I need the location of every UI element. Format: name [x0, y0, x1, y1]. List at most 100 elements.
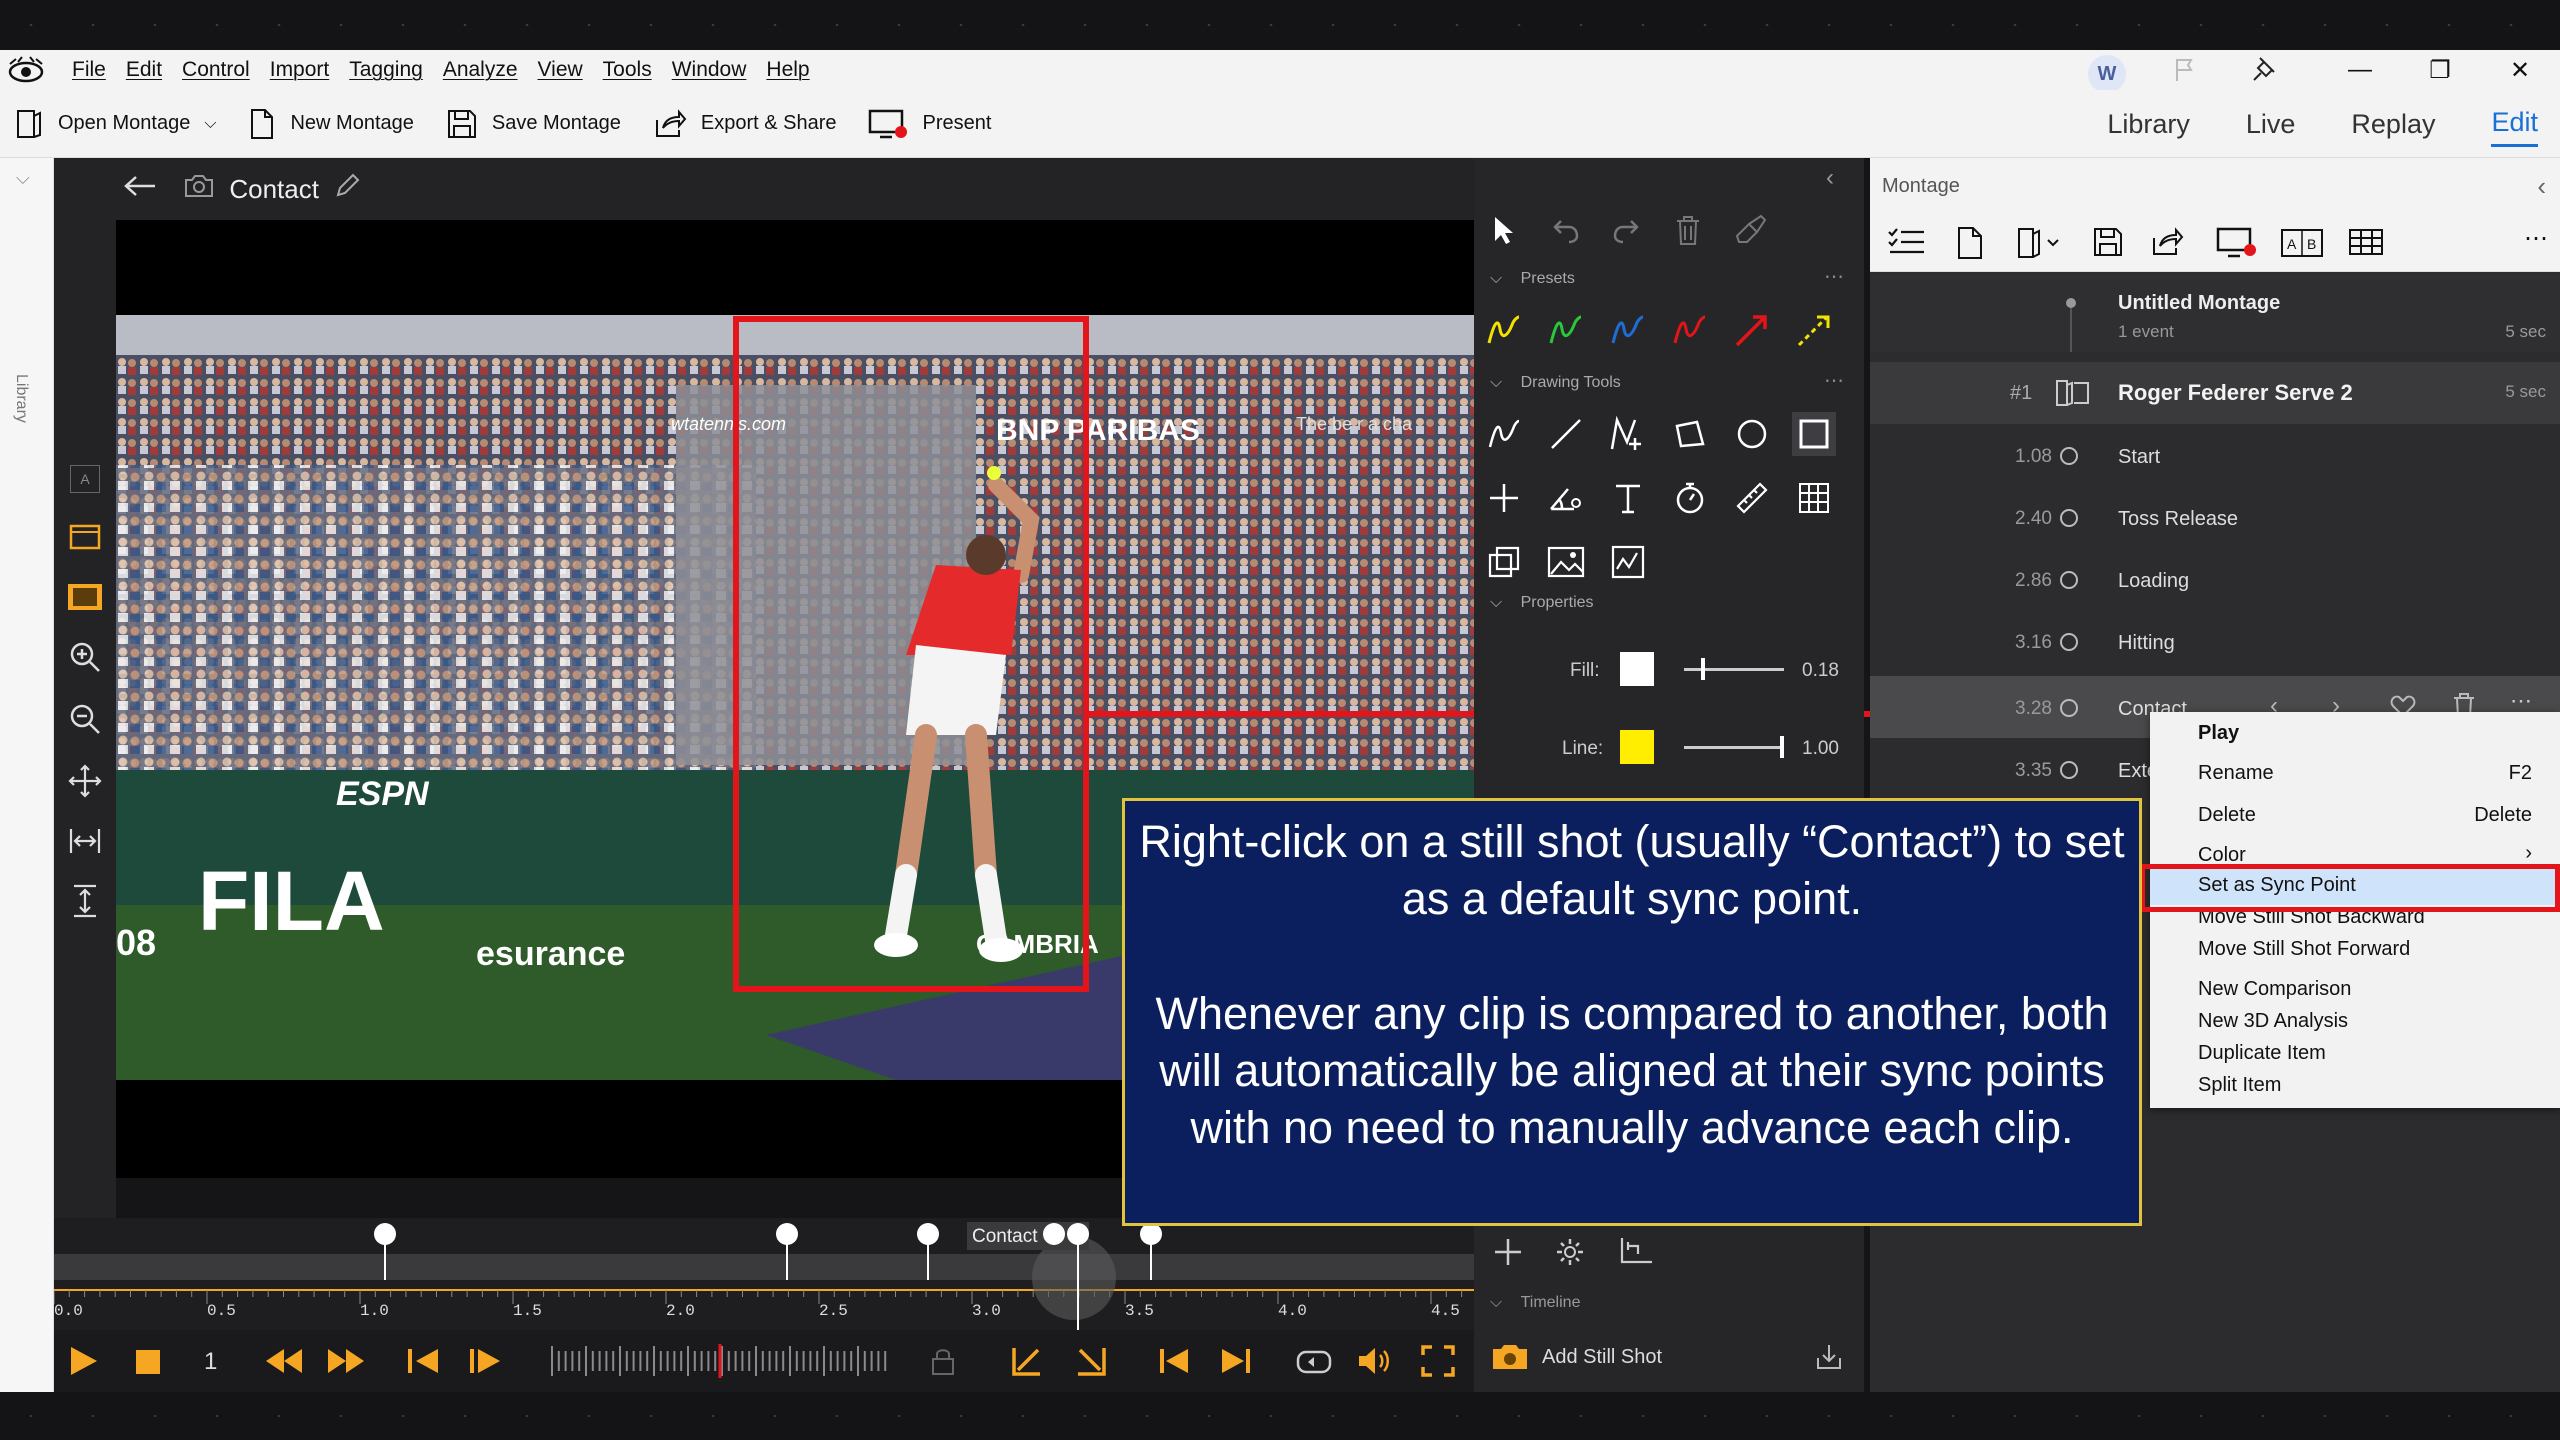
zoom-in-icon[interactable] [66, 638, 104, 676]
ruler-tool-icon[interactable] [1730, 476, 1774, 520]
line-color-swatch[interactable] [1620, 730, 1654, 764]
montage-title-row[interactable]: Untitled Montage 1 event 5 sec [1870, 274, 2560, 352]
menu-file[interactable]: File [72, 58, 106, 82]
menu-tagging[interactable]: Tagging [349, 58, 423, 82]
still-shot-row-loading[interactable]: 2.86 Loading [1870, 548, 2560, 610]
still-shot-row-toss-release[interactable]: 2.40 Toss Release [1870, 486, 2560, 548]
open-montage-button[interactable]: Open Montage ⌵ [14, 108, 216, 140]
tab-library[interactable]: Library [2107, 103, 2190, 146]
filmstrip-view-icon[interactable] [66, 578, 104, 616]
menu-new-3d-analysis[interactable]: New 3D Analysis [2198, 1010, 2348, 1033]
export-share-button[interactable]: Export & Share [653, 108, 836, 140]
step-forward-icon[interactable] [468, 1346, 504, 1381]
angle-tool-icon[interactable] [1544, 476, 1588, 520]
lock-icon[interactable] [930, 1346, 956, 1381]
menu-rename[interactable]: Rename [2198, 762, 2274, 785]
single-view-icon[interactable] [66, 518, 104, 556]
fast-forward-icon[interactable] [326, 1346, 366, 1381]
back-arrow-icon[interactable] [123, 174, 157, 205]
freehand-tool-icon[interactable] [1482, 412, 1526, 456]
ab-compare-icon[interactable]: AB [2280, 228, 2324, 263]
menu-delete[interactable]: Delete [2198, 804, 2256, 827]
tab-edit[interactable]: Edit [2491, 101, 2538, 147]
list-view-icon[interactable] [1886, 226, 1926, 265]
tab-replay[interactable]: Replay [2351, 103, 2435, 146]
flag-icon[interactable] [2170, 56, 2198, 89]
new-document-icon[interactable] [1956, 226, 1984, 265]
add-marker-icon[interactable] [1492, 1236, 1524, 1273]
jump-end-icon[interactable] [1220, 1346, 1252, 1381]
lane-a-badge[interactable]: A [66, 460, 104, 498]
menu-help[interactable]: Help [766, 58, 809, 82]
stop-icon[interactable] [134, 1348, 162, 1381]
timeline-layout-icon[interactable] [1618, 1236, 1654, 1271]
eraser-icon[interactable] [1728, 208, 1772, 252]
collapse-panel-icon[interactable]: ‹ [1826, 164, 1834, 192]
grid-tool-icon[interactable] [1792, 476, 1836, 520]
overlay-tool-icon[interactable] [1482, 540, 1526, 584]
drawing-tools-more-icon[interactable]: ⋯ [1824, 368, 1844, 393]
library-collapsed-strip[interactable]: ⌵ Library [0, 158, 54, 1392]
user-avatar[interactable]: W [2088, 55, 2126, 93]
preset-yellow-dashed-arrow-icon[interactable] [1792, 308, 1836, 352]
line-tool-icon[interactable] [1544, 412, 1588, 456]
share-icon[interactable] [2150, 226, 2184, 263]
fill-slider[interactable] [1684, 658, 1784, 680]
step-back-icon[interactable] [406, 1346, 442, 1381]
preset-yellow-freehand-icon[interactable] [1482, 308, 1526, 352]
present-icon[interactable] [2216, 226, 2258, 265]
presets-section[interactable]: ⌵ Presets [1490, 270, 1575, 288]
collapse-panel-icon[interactable]: ‹ [2537, 171, 2546, 202]
presets-more-icon[interactable]: ⋯ [1824, 264, 1844, 289]
more-options-icon[interactable]: ⋯ [2524, 224, 2548, 253]
select-pointer-icon[interactable] [1482, 208, 1526, 252]
frame-step-value[interactable]: 1 [204, 1348, 217, 1376]
menu-new-comparison[interactable]: New Comparison [2198, 978, 2351, 1001]
close-icon[interactable]: ✕ [2480, 56, 2560, 85]
restore-icon[interactable]: ❐ [2400, 56, 2480, 85]
chevron-down-icon[interactable]: ⌵ [16, 168, 30, 189]
preset-green-freehand-icon[interactable] [1544, 308, 1588, 352]
edit-pencil-icon[interactable] [333, 172, 361, 207]
zoom-out-icon[interactable] [66, 700, 104, 738]
clip-row[interactable]: #1 Roger Federer Serve 2 5 sec [1870, 362, 2560, 424]
menu-control[interactable]: Control [182, 58, 250, 82]
set-out-point-icon[interactable] [1072, 1344, 1108, 1383]
timeline-section[interactable]: ⌵ Timeline [1490, 1294, 1580, 1312]
preset-red-freehand-icon[interactable] [1668, 308, 1712, 352]
marker-hitting[interactable] [1043, 1223, 1065, 1245]
polyline-tool-icon[interactable] [1606, 412, 1650, 456]
new-montage-button[interactable]: New Montage [248, 108, 414, 140]
tab-live[interactable]: Live [2246, 103, 2296, 146]
trash-icon[interactable] [1666, 208, 1710, 252]
stopwatch-tool-icon[interactable] [1668, 476, 1712, 520]
crosshair-tool-icon[interactable] [1482, 476, 1526, 520]
line-slider-thumb[interactable] [1780, 736, 1784, 758]
pin-icon[interactable] [2250, 54, 2280, 89]
settings-gear-icon[interactable] [1554, 1236, 1586, 1273]
pan-move-icon[interactable] [66, 762, 104, 800]
menu-split-item[interactable]: Split Item [2198, 1074, 2281, 1097]
preset-red-arrow-icon[interactable] [1730, 308, 1774, 352]
menu-edit[interactable]: Edit [126, 58, 162, 82]
menu-import[interactable]: Import [270, 58, 330, 82]
grid-layout-icon[interactable] [2348, 226, 2384, 263]
undo-icon[interactable] [1544, 208, 1588, 252]
fill-slider-thumb[interactable] [1701, 658, 1706, 680]
menu-move-still-shot-forward[interactable]: Move Still Shot Forward [2198, 938, 2410, 961]
preset-blue-freehand-icon[interactable] [1606, 308, 1650, 352]
save-icon[interactable] [2092, 226, 2124, 263]
fill-color-swatch[interactable] [1620, 652, 1654, 686]
menu-duplicate-item[interactable]: Duplicate Item [2198, 1042, 2326, 1065]
menu-window[interactable]: Window [672, 58, 747, 82]
still-shot-row-start[interactable]: 1.08 Start [1870, 424, 2560, 486]
redo-icon[interactable] [1604, 208, 1648, 252]
set-in-point-icon[interactable] [1010, 1344, 1046, 1383]
loop-icon[interactable] [1294, 1344, 1334, 1383]
line-slider[interactable] [1684, 736, 1784, 758]
menu-play[interactable]: Play [2198, 722, 2239, 745]
menu-analyze[interactable]: Analyze [443, 58, 518, 82]
polygon-tool-icon[interactable] [1668, 412, 1712, 456]
play-icon[interactable] [66, 1344, 100, 1383]
present-button[interactable]: Present [868, 108, 991, 140]
